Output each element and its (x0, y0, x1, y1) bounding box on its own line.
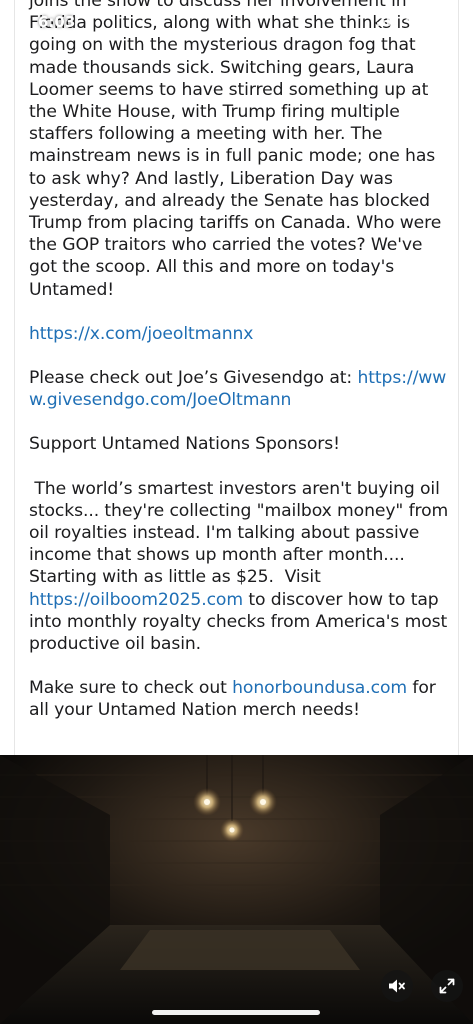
mute-button[interactable] (381, 970, 413, 1002)
fullscreen-button[interactable] (431, 970, 463, 1002)
fullscreen-icon (439, 978, 455, 994)
merch-text: Make sure to check out (29, 678, 233, 699)
merch-paragraph: Make sure to check out honorboundusa.com… (29, 677, 449, 721)
battery-icon (427, 14, 456, 27)
givesendgo-text: Please check out Joe’s Givesendgo at: (29, 368, 358, 389)
speaker-muted-icon (389, 979, 405, 993)
oilboom-link[interactable]: https://oilboom2025.com (29, 590, 243, 610)
post-body: joins the show to discuss her involvemen… (29, 0, 449, 744)
post-card: joins the show to discuss her involvemen… (14, 0, 459, 755)
home-indicator[interactable] (152, 1010, 320, 1015)
cellular-signal-icon (377, 15, 395, 26)
x-profile-link[interactable]: https://x.com/joeoltmannx (29, 324, 253, 344)
wifi-icon (403, 14, 419, 26)
givesendgo-paragraph: Please check out Joe’s Givesendgo at: ht… (29, 367, 449, 411)
merch-link[interactable]: honorboundusa.com (232, 678, 407, 698)
x-link-paragraph: https://x.com/joeoltmannx (29, 323, 449, 345)
sponsors-heading: Support Untamed Nations Sponsors! (29, 434, 340, 455)
post-paragraph-intro: joins the show to discuss her involvemen… (29, 0, 442, 300)
oil-sponsor-paragraph: The world’s smartest investors aren't bu… (29, 478, 449, 656)
screen: 6:03 joins the show to discuss her invol… (0, 0, 473, 1024)
status-time: 6:03 (38, 13, 76, 31)
oil-sponsor-text: The world’s smartest investors aren't bu… (29, 478, 454, 588)
status-icons (377, 14, 456, 27)
